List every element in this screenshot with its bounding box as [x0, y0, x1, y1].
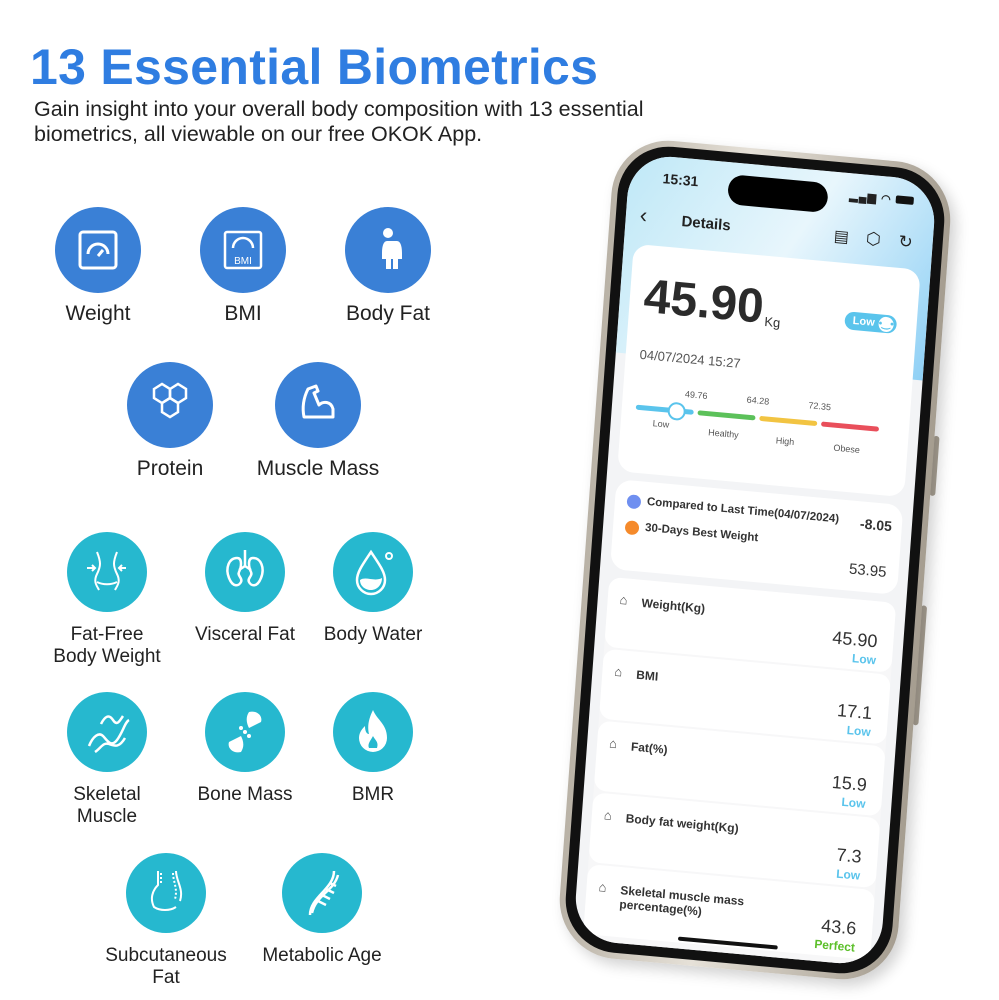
- compare-icon: [626, 494, 642, 510]
- flame-icon: [333, 692, 413, 772]
- battery-icon: [895, 195, 915, 205]
- status-time: 15:31: [662, 170, 699, 190]
- row-status: Perfect: [813, 936, 856, 955]
- metric-body-fat: Body Fat: [308, 207, 468, 325]
- metric-skeletal-muscle: Skeletal Muscle: [27, 692, 187, 828]
- metric-metabolic-age: Metabolic Age: [242, 853, 402, 967]
- metric-label: Body Fat: [345, 302, 431, 325]
- measurement-datetime: 04/07/2024 15:27: [639, 346, 742, 371]
- row-status: Low: [835, 866, 861, 883]
- range-label: Healthy: [707, 427, 739, 441]
- best-weight-label: 30-Days Best Weight: [644, 521, 759, 545]
- torso-icon: ⌂: [608, 735, 618, 752]
- metric-label: Skeletal Muscle: [73, 784, 141, 827]
- compare-value: -8.05: [859, 515, 893, 535]
- belly-icon: [126, 853, 206, 933]
- row-label: Body fat weight(Kg): [625, 811, 740, 836]
- compare-label: Compared to Last Time(04/07/2024): [646, 495, 840, 526]
- metric-label: Fat-Free Body Weight: [53, 624, 161, 667]
- best-weight-value: 53.95: [848, 560, 888, 581]
- metric-body-water: Body Water: [293, 532, 453, 646]
- row-value: 45.90: [831, 627, 879, 652]
- body-figure-icon: [345, 207, 431, 293]
- signal-icon: ▂▄▆: [849, 190, 878, 205]
- current-marker: [667, 401, 687, 422]
- weight-card: 45.90 Kg Low •‿• 04/07/2024 15:27 49.76 …: [617, 243, 921, 498]
- phone-mockup: 15:31 ▂▄▆ ◠ ‹ Details ▤ ⬡ ↻ 45.90 Kg Low…: [555, 135, 955, 985]
- row-label: BMI: [635, 667, 659, 684]
- metric-muscle-mass: Muscle Mass: [238, 362, 398, 480]
- weight-value: 45.90: [642, 269, 766, 334]
- range-label: High: [775, 435, 795, 448]
- phone-screen: 15:31 ▂▄▆ ◠ ‹ Details ▤ ⬡ ↻ 45.90 Kg Low…: [572, 153, 938, 967]
- metrics-list: ⌂ Weight(Kg) 45.90 Low ⌂ BMI 17.1 Low ⌂ Fat(%) 15.…: [582, 576, 897, 967]
- metric-label: Muscle Mass: [256, 457, 380, 480]
- range-label: Obese: [833, 442, 861, 456]
- range-obese: [820, 421, 880, 432]
- threshold-label: 64.28: [746, 394, 770, 407]
- torso-icon: ⌂: [603, 807, 613, 824]
- muscle-icon: ⌂: [598, 879, 608, 895]
- threshold-label: 72.35: [808, 400, 832, 413]
- row-label: Fat(%): [630, 739, 669, 757]
- metric-label: Subcutaneous Fat: [105, 945, 227, 988]
- metric-fat-free-body-weight: Fat-Free Body Weight: [27, 532, 187, 668]
- status-badge: Low •‿•: [844, 311, 898, 334]
- scale-icon: [55, 207, 141, 293]
- metric-bmr: BMR: [293, 692, 453, 806]
- hexagon-molecule-icon: [127, 362, 213, 448]
- metric-bmi: BMI BMI: [163, 207, 323, 325]
- settings-hex-icon[interactable]: ⬡: [865, 229, 881, 250]
- row-status: Low: [846, 723, 872, 740]
- row-value: 15.9: [831, 771, 868, 796]
- metric-label: Weight: [65, 302, 131, 325]
- row-label: Weight(Kg): [641, 595, 706, 616]
- row-status: Low: [841, 794, 866, 811]
- bone-joint-icon: [205, 692, 285, 772]
- range-high: [759, 415, 818, 427]
- row-value: 43.6: [820, 915, 858, 939]
- range-healthy: [697, 410, 756, 421]
- flexed-arm-icon: [275, 362, 361, 448]
- range-bar: 49.76 64.28 72.35 Low Healthy High Obese: [634, 389, 883, 457]
- page-subtitle: Gain insight into your overall body comp…: [34, 97, 644, 146]
- neutral-face-icon: •‿•: [878, 316, 895, 333]
- metric-label: BMI: [224, 302, 262, 325]
- threshold-label: 49.76: [684, 389, 708, 402]
- row-status: Low: [851, 651, 877, 668]
- metric-protein: Protein: [90, 362, 250, 480]
- waist-icon: [67, 532, 147, 612]
- organs-icon: [205, 532, 285, 612]
- refresh-icon[interactable]: ↻: [898, 232, 914, 253]
- apple-icon: ⌂: [613, 663, 623, 680]
- dna-icon: [282, 853, 362, 933]
- metric-weight: Weight: [18, 207, 178, 325]
- row-value: 17.1: [836, 700, 873, 724]
- svg-text:BMI: BMI: [234, 256, 252, 267]
- bmi-gauge-icon: BMI: [200, 207, 286, 293]
- metric-subcutaneous-fat: Subcutaneous Fat: [86, 853, 246, 989]
- metric-label: Body Water: [323, 624, 423, 645]
- water-drop-icon: [333, 532, 413, 612]
- row-label: Skeletal muscle mass percentage(%): [618, 883, 745, 919]
- metric-label: Metabolic Age: [262, 945, 382, 966]
- metric-label: Protein: [136, 457, 204, 480]
- range-label: Low: [652, 418, 670, 430]
- weight-unit: Kg: [763, 313, 781, 331]
- page-title: 13 Essential Biometrics: [30, 39, 599, 95]
- badge-label: Low: [852, 314, 876, 329]
- flame-icon: [624, 520, 640, 536]
- report-icon[interactable]: ▤: [833, 226, 850, 247]
- wifi-icon: ◠: [880, 193, 893, 206]
- row-value: 7.3: [835, 844, 863, 867]
- metric-label: BMR: [351, 784, 395, 805]
- scale-icon: ⌂: [619, 591, 629, 608]
- muscle-fiber-icon: [67, 692, 147, 772]
- summary-card: Compared to Last Time(04/07/2024) -8.05 …: [609, 479, 904, 595]
